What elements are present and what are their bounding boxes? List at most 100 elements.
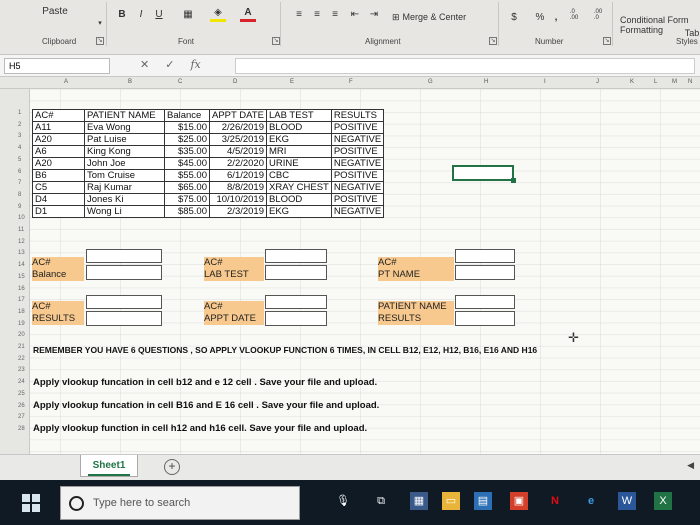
row-header-17[interactable]: 17 — [18, 297, 25, 303]
lookup-input-e15[interactable] — [265, 295, 327, 309]
decrease-decimal-icon[interactable]: .00.0 — [590, 6, 606, 24]
table-cell[interactable]: 8/8/2019 — [209, 181, 267, 194]
lookup-input-h12[interactable] — [455, 265, 515, 280]
table-cell[interactable]: A20 — [32, 133, 85, 146]
instruction-row22[interactable]: Apply vlookup funcation in cell b12 and … — [33, 377, 377, 388]
comma-button[interactable]: , — [552, 10, 560, 24]
row-header-15[interactable]: 15 — [18, 274, 25, 280]
row-header-27[interactable]: 27 — [18, 414, 25, 420]
lookup-input-h15[interactable] — [455, 295, 515, 309]
lookup-label-cell[interactable]: PT NAME — [378, 269, 454, 281]
row-header-9[interactable]: 9 — [18, 204, 21, 210]
table-cell[interactable]: $35.00 — [164, 145, 210, 158]
table-cell[interactable]: $25.00 — [164, 133, 210, 146]
lookup-label-cell[interactable]: Balance — [32, 269, 84, 281]
table-cell[interactable]: EKG — [266, 205, 332, 218]
merge-center-button[interactable]: ⊞ Merge & Center — [392, 10, 492, 24]
italic-button[interactable]: I — [134, 6, 148, 22]
row-header-18[interactable]: 18 — [18, 309, 25, 315]
header-cell[interactable]: RESULTS — [330, 109, 385, 122]
table-cell[interactable]: $15.00 — [164, 121, 210, 134]
lookup-input-b11[interactable] — [86, 249, 162, 263]
table-cell[interactable]: Jones Ki — [84, 193, 165, 206]
netflix-icon[interactable]: N — [546, 492, 564, 510]
table-cell[interactable]: $65.00 — [164, 181, 210, 194]
table-cell[interactable]: 10/10/2019 — [209, 193, 267, 206]
formula-input[interactable] — [235, 58, 695, 74]
row-header-13[interactable]: 13 — [18, 250, 25, 256]
table-cell[interactable]: POSITIVE — [330, 193, 385, 206]
row-header-25[interactable]: 25 — [18, 391, 25, 397]
table-cell[interactable]: URINE — [266, 157, 332, 170]
row-header-21[interactable]: 21 — [18, 344, 25, 350]
table-cell[interactable]: BLOOD — [266, 121, 332, 134]
instruction-row24[interactable]: Apply vlookup funcation in cell B16 and … — [33, 400, 379, 411]
row-header-1[interactable]: 1 — [18, 110, 21, 116]
column-header-C[interactable]: C — [178, 79, 182, 85]
excel-icon[interactable]: X — [654, 492, 672, 510]
percent-button[interactable]: % — [534, 10, 546, 24]
table-cell[interactable]: A11 — [32, 121, 85, 134]
lookup-label-cell[interactable]: AC# — [378, 257, 454, 269]
column-header-J[interactable]: J — [596, 79, 599, 85]
enter-icon[interactable]: ✓ — [165, 58, 174, 71]
table-cell[interactable]: 6/1/2019 — [209, 169, 267, 182]
row-header-24[interactable]: 24 — [18, 379, 25, 385]
header-cell[interactable]: LAB TEST — [266, 109, 332, 122]
calculator-icon[interactable]: ▦ — [410, 492, 428, 510]
lookup-input-e11[interactable] — [265, 249, 327, 263]
lookup-input-h16[interactable] — [455, 311, 515, 326]
font-launcher-icon[interactable]: ↘ — [272, 37, 280, 45]
row-header-12[interactable]: 12 — [18, 239, 25, 245]
table-cell[interactable]: C5 — [32, 181, 85, 194]
name-box[interactable]: H5 — [4, 58, 110, 74]
row-header-26[interactable]: 26 — [18, 403, 25, 409]
currency-button[interactable]: $ — [508, 10, 520, 24]
row-header-16[interactable]: 16 — [18, 286, 25, 292]
lookup-label-cell[interactable]: APPT DATE — [204, 313, 264, 325]
table-cell[interactable]: 4/5/2019 — [209, 145, 267, 158]
instruction-row19[interactable]: REMEMBER YOU HAVE 6 QUESTIONS , SO APPLY… — [33, 345, 537, 355]
borders-icon[interactable]: ▦ — [180, 6, 196, 22]
table-cell[interactable]: $45.00 — [164, 157, 210, 170]
table-cell[interactable]: MRI — [266, 145, 332, 158]
lookup-label-cell[interactable]: AC# — [32, 301, 84, 313]
table-cell[interactable]: D4 — [32, 193, 85, 206]
lookup-label-cell[interactable]: AC# — [32, 257, 84, 269]
align-center-icon[interactable]: ≡ — [310, 8, 324, 20]
increase-decimal-icon[interactable]: .0.00 — [566, 6, 582, 24]
increase-indent-icon[interactable]: ⇥ — [367, 8, 381, 20]
table-cell[interactable]: EKG — [266, 133, 332, 146]
table-cell[interactable]: CBC — [266, 169, 332, 182]
row-header-22[interactable]: 22 — [18, 356, 25, 362]
table-cell[interactable]: NEGATIVE — [330, 205, 385, 218]
table-cell[interactable]: XRAY CHEST — [266, 181, 332, 194]
column-header-D[interactable]: D — [233, 79, 237, 85]
row-header-11[interactable]: 11 — [18, 227, 24, 233]
paste-dropdown-icon[interactable]: ▾ — [95, 18, 105, 28]
table-cell[interactable]: Eva Wong — [84, 121, 165, 134]
edge-icon[interactable]: e — [582, 492, 600, 510]
column-header-M[interactable]: M — [672, 79, 677, 85]
row-header-10[interactable]: 10 — [18, 215, 25, 221]
table-cell[interactable]: Pat Luise — [84, 133, 165, 146]
column-header-H[interactable]: H — [484, 79, 488, 85]
column-header-B[interactable]: B — [128, 79, 132, 85]
lookup-input-b15[interactable] — [86, 295, 162, 309]
selected-cell-h5[interactable] — [452, 165, 516, 183]
header-cell[interactable]: APPT DATE — [209, 109, 267, 122]
column-header-I[interactable]: I — [544, 79, 546, 85]
instruction-row26[interactable]: Apply vlookup function in cell h12 and h… — [33, 423, 367, 434]
lookup-input-b16[interactable] — [86, 311, 162, 326]
row-header-28[interactable]: 28 — [18, 426, 25, 432]
lookup-input-e12[interactable] — [265, 265, 327, 280]
table-cell[interactable]: BLOOD — [266, 193, 332, 206]
app-icon[interactable]: ▣ — [510, 492, 528, 510]
column-header-K[interactable]: K — [630, 79, 634, 85]
header-cell[interactable]: PATIENT NAME — [84, 109, 165, 122]
row-header-20[interactable]: 20 — [18, 332, 25, 338]
table-cell[interactable]: NEGATIVE — [330, 133, 385, 146]
scroll-left-icon[interactable]: ◀ — [687, 460, 694, 471]
table-cell[interactable]: POSITIVE — [330, 169, 385, 182]
table-cell[interactable]: $55.00 — [164, 169, 210, 182]
